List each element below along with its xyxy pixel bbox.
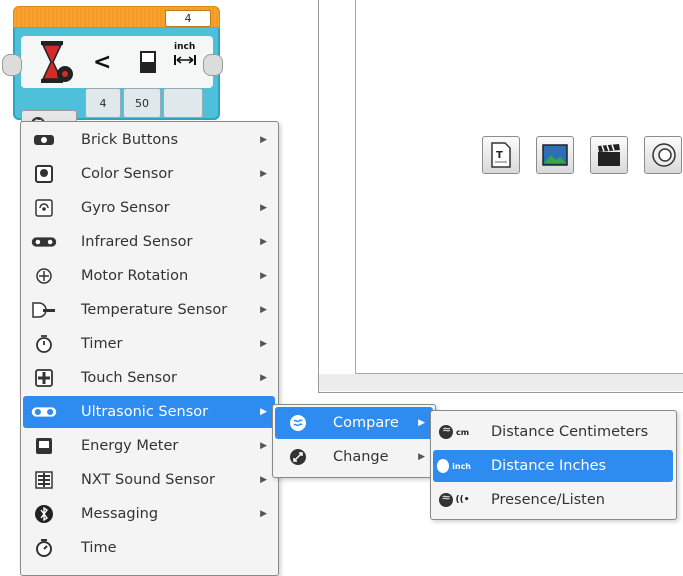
presence-listen-icon: ((• [437, 488, 471, 512]
hourglass-icon [41, 41, 73, 83]
submenu-arrow-icon: ▶ [260, 339, 267, 349]
clapperboard-icon [598, 144, 620, 166]
menu-item-infrared-sensor[interactable]: Infrared Sensor ▶ [23, 226, 275, 258]
submenu-arrow-icon: ▶ [260, 305, 267, 315]
block-ports: 4 50 [85, 88, 203, 118]
distance-inches-icon: inch [437, 454, 471, 478]
menu-item-distance-inches[interactable]: inch Distance Inches [433, 450, 673, 482]
ultrasonic-sensor-icon [31, 400, 57, 424]
submenu-arrow-icon: ▶ [260, 407, 267, 417]
timer-icon [31, 332, 57, 356]
distance-arrow-icon [174, 55, 196, 65]
motor-rotation-icon [31, 264, 57, 288]
block-body: < inch inch 4 50 [13, 28, 220, 138]
menu-item-ultrasonic-sensor[interactable]: Ultrasonic Sensor ▶ [23, 396, 275, 428]
movie-button[interactable] [590, 136, 628, 174]
submenu-arrow-icon: ▶ [260, 441, 267, 451]
threshold-input[interactable]: 50 [123, 88, 161, 118]
text-file-icon: T [491, 142, 511, 168]
menu-item-color-sensor[interactable]: Color Sensor ▶ [23, 158, 275, 190]
gyro-sensor-icon [31, 196, 57, 220]
threshold-icon [140, 51, 156, 73]
touch-sensor-icon [31, 366, 57, 390]
submenu-arrow-icon: ▶ [260, 203, 267, 213]
color-sensor-icon [31, 162, 57, 186]
submenu-arrow-icon: ▶ [260, 169, 267, 179]
wait-block[interactable]: 4 < inch inch [13, 6, 220, 138]
image-button[interactable] [536, 136, 574, 174]
compare-operator[interactable]: < [93, 50, 111, 75]
menu-item-nxt-sound-sensor[interactable]: NXT Sound Sensor ▶ [23, 464, 275, 496]
menu-item-change[interactable]: Change ▶ [275, 441, 433, 473]
submenu-arrow-icon: ▶ [260, 475, 267, 485]
menu-item-timer[interactable]: Timer ▶ [23, 328, 275, 360]
sound-button[interactable] [644, 136, 682, 174]
menu-item-gyro-sensor[interactable]: Gyro Sensor ▶ [23, 192, 275, 224]
submenu-arrow-icon: ▶ [418, 418, 425, 428]
submenu-arrow-icon: ▶ [260, 373, 267, 383]
ultrasonic-submenu: Compare ▶ Change ▶ [272, 404, 436, 478]
unit-label: inch [174, 42, 196, 52]
port-input[interactable]: 4 [85, 88, 121, 118]
compare-submenu: cm Distance Centimeters inch Distance In… [430, 410, 677, 520]
brick-buttons-icon [31, 128, 57, 152]
menu-item-motor-rotation[interactable]: Motor Rotation ▶ [23, 260, 275, 292]
sequence-out-plug[interactable] [203, 54, 223, 76]
block-face: < inch [21, 36, 213, 88]
change-icon [285, 445, 311, 469]
media-toolbar: T [482, 136, 682, 174]
menu-item-messaging[interactable]: Messaging ▶ [23, 498, 275, 530]
block-header-value[interactable]: 4 [165, 10, 211, 27]
block-header: 4 [13, 6, 220, 28]
text-file-button[interactable]: T [482, 136, 520, 174]
menu-item-temperature-sensor[interactable]: Temperature Sensor ▶ [23, 294, 275, 326]
time-icon [31, 536, 57, 560]
canvas-scroll-area [319, 374, 683, 391]
canvas-inner-frame [355, 0, 683, 374]
output-plug[interactable] [163, 88, 203, 118]
menu-item-presence-listen[interactable]: ((• Presence/Listen [433, 484, 673, 516]
image-icon [542, 144, 568, 166]
nxt-sound-sensor-icon [31, 468, 57, 492]
submenu-arrow-icon: ▶ [260, 509, 267, 519]
compare-icon [285, 411, 311, 435]
submenu-arrow-icon: ▶ [260, 237, 267, 247]
svg-text:T: T [496, 150, 503, 161]
menu-item-touch-sensor[interactable]: Touch Sensor ▶ [23, 362, 275, 394]
menu-item-time[interactable]: Time [23, 532, 275, 564]
speaker-icon [652, 143, 676, 167]
menu-item-energy-meter[interactable]: Energy Meter ▶ [23, 430, 275, 462]
messaging-icon [31, 502, 57, 526]
submenu-arrow-icon: ▶ [260, 271, 267, 281]
program-canvas-panel [318, 0, 683, 393]
infrared-sensor-icon [31, 230, 57, 254]
submenu-arrow-icon: ▶ [418, 452, 425, 462]
menu-item-brick-buttons[interactable]: Brick Buttons ▶ [23, 124, 275, 156]
menu-item-compare[interactable]: Compare ▶ [275, 407, 433, 439]
sequence-in-plug[interactable] [2, 54, 22, 76]
distance-centimeters-icon: cm [437, 420, 471, 444]
temperature-sensor-icon [31, 298, 57, 322]
energy-meter-icon [31, 434, 57, 458]
submenu-arrow-icon: ▶ [260, 135, 267, 145]
sensor-menu: Brick Buttons ▶ Color Sensor ▶ Gyro Sens… [20, 121, 279, 576]
menu-item-distance-centimeters[interactable]: cm Distance Centimeters [433, 416, 673, 448]
